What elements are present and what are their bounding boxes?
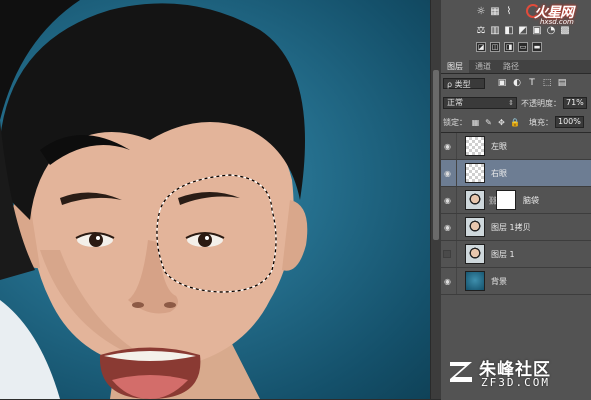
panel-tabs: 图层 通道 路径 bbox=[441, 60, 591, 74]
layer-row[interactable]: ◉ 图层 1拷贝 bbox=[441, 214, 591, 241]
hue-icon[interactable]: ◧ bbox=[504, 25, 514, 36]
visibility-eye-icon[interactable]: ◉ bbox=[443, 223, 452, 232]
photo-canvas[interactable] bbox=[0, 0, 430, 399]
invert-icon[interactable]: ◪ bbox=[476, 42, 486, 52]
scrollbar-thumb[interactable] bbox=[433, 70, 439, 240]
layer-kind-select[interactable]: ρ 类型 bbox=[443, 77, 485, 89]
visibility-eye-icon[interactable]: ◉ bbox=[443, 169, 452, 178]
layer-thumbnail bbox=[465, 244, 485, 264]
layer-row-selected[interactable]: ◉ 右眼 bbox=[441, 160, 591, 187]
zf3d-watermark: 朱峰社区 ZF3D.COM bbox=[447, 355, 587, 395]
selective-color-icon[interactable]: ▬ bbox=[532, 42, 542, 52]
grid-icon[interactable]: ▩ bbox=[560, 25, 570, 36]
adjustments-panel: ☼ ▦ ⌇ 火星网 hxsd.com ⚖ ▥ ◧ ◩ ▣ ◔ ▩ ◪ ◫ ◨ ▭… bbox=[441, 0, 591, 61]
layer-name: 图层 1 bbox=[491, 250, 515, 259]
blend-opacity-row: 正常 不透明度： 71% bbox=[443, 96, 590, 110]
color-balance-icon[interactable]: ◩ bbox=[518, 25, 528, 36]
visibility-eye-icon[interactable]: ◉ bbox=[443, 142, 452, 151]
opacity-field[interactable]: 71% bbox=[563, 97, 587, 109]
visibility-eye-icon[interactable]: ◉ bbox=[443, 196, 452, 205]
channel-mixer-icon[interactable]: ◔ bbox=[546, 25, 556, 36]
posterize-icon[interactable]: ◫ bbox=[490, 42, 500, 52]
zf3d-logo-icon bbox=[450, 362, 472, 382]
brightness-icon[interactable]: ☼ bbox=[476, 6, 486, 17]
layer-row[interactable]: ◉ ⛓ 脑袋 bbox=[441, 187, 591, 214]
lock-label: 锁定： bbox=[443, 117, 467, 127]
fill-field[interactable]: 100% bbox=[555, 116, 584, 128]
blend-mode-select[interactable]: 正常 bbox=[443, 97, 517, 109]
layer-row[interactable]: 图层 1 bbox=[441, 241, 591, 268]
right-panel: ☼ ▦ ⌇ 火星网 hxsd.com ⚖ ▥ ◧ ◩ ▣ ◔ ▩ ◪ ◫ ◨ ▭… bbox=[430, 0, 591, 400]
visibility-off-icon[interactable] bbox=[443, 250, 451, 258]
lock-transparent-icon[interactable]: ▦ bbox=[471, 118, 480, 127]
lock-move-icon[interactable]: ✥ bbox=[497, 118, 506, 127]
adjustment-filter-icon[interactable]: ◐ bbox=[512, 78, 522, 88]
layer-row[interactable]: ◉ 左眼 bbox=[441, 133, 591, 160]
fill-label: 填充： bbox=[529, 117, 553, 127]
layer-row[interactable]: ◉ 背景 bbox=[441, 268, 591, 295]
layer-name: 右眼 bbox=[491, 169, 507, 178]
shape-filter-icon[interactable]: ⬚ bbox=[542, 78, 552, 88]
curves-icon[interactable]: ⌇ bbox=[504, 6, 514, 17]
vibrance-icon[interactable]: ▥ bbox=[490, 25, 500, 36]
panel-scrollbar[interactable] bbox=[431, 0, 441, 399]
tab-layers[interactable]: 图层 bbox=[441, 60, 469, 73]
pixel-filter-icon[interactable]: ▣ bbox=[497, 78, 507, 88]
tab-channels[interactable]: 通道 bbox=[469, 60, 497, 73]
layer-name: 图层 1拷贝 bbox=[491, 223, 531, 232]
layer-thumbnail bbox=[465, 217, 485, 237]
levels-icon[interactable]: ▦ bbox=[490, 6, 500, 17]
visibility-eye-icon[interactable]: ◉ bbox=[443, 277, 452, 286]
lock-paint-icon[interactable]: ✎ bbox=[484, 118, 493, 127]
gradient-map-icon[interactable]: ▭ bbox=[518, 42, 528, 52]
layer-name: 左眼 bbox=[491, 142, 507, 151]
balance-icon[interactable]: ⚖ bbox=[476, 25, 486, 36]
camera-icon[interactable]: ▣ bbox=[532, 25, 542, 36]
layer-thumbnail bbox=[465, 163, 485, 183]
smart-object-filter-icon[interactable]: ▤ bbox=[557, 78, 567, 88]
tab-paths[interactable]: 路径 bbox=[497, 60, 525, 73]
layer-thumbnail bbox=[465, 190, 485, 210]
layer-mask-thumbnail[interactable] bbox=[496, 190, 516, 210]
layer-name: 脑袋 bbox=[523, 196, 539, 205]
layer-name: 背景 bbox=[491, 277, 507, 286]
type-filter-icon[interactable]: T bbox=[527, 78, 537, 88]
opacity-label: 不透明度： bbox=[521, 98, 561, 108]
threshold-icon[interactable]: ◨ bbox=[504, 42, 514, 52]
lock-all-icon[interactable]: 🔒 bbox=[510, 118, 520, 127]
portrait-photo bbox=[0, 0, 308, 399]
zf3d-brand-en: ZF3D.COM bbox=[481, 376, 550, 389]
layer-thumbnail bbox=[465, 271, 485, 291]
lock-fill-row: 锁定： ▦ ✎ ✥ 🔒 填充： 100% bbox=[443, 115, 590, 129]
layer-thumbnail bbox=[465, 136, 485, 156]
layer-filter-row: ρ 类型 ▣ ◐ T ⬚ ▤ bbox=[443, 76, 590, 90]
